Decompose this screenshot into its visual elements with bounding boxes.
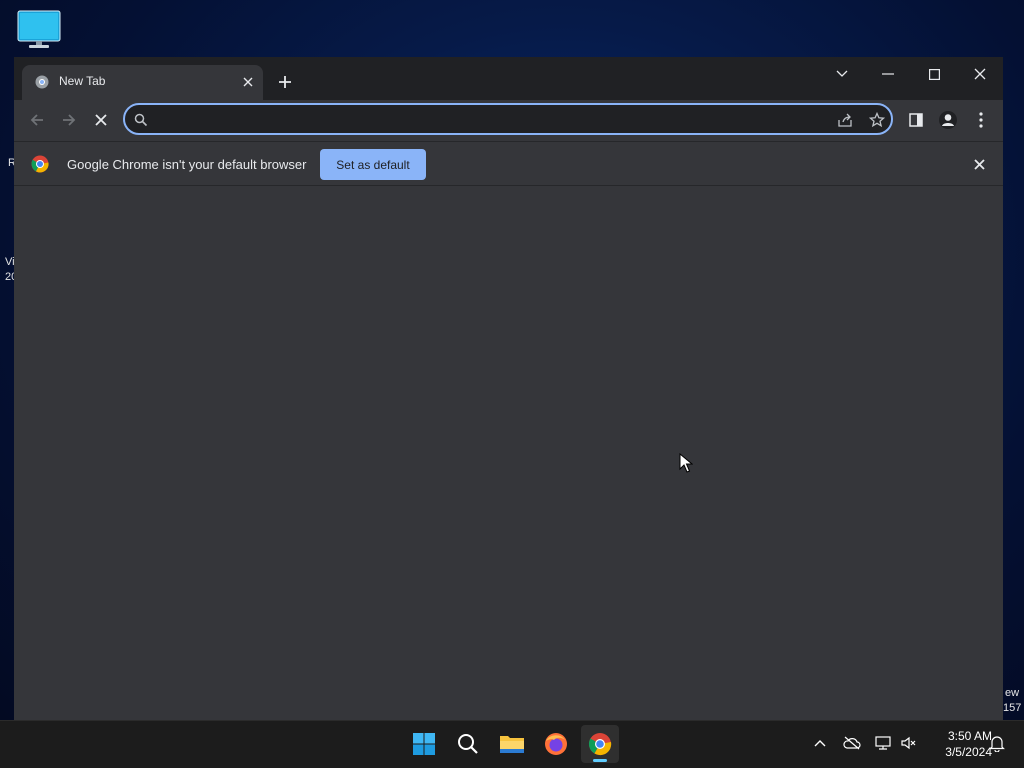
notification-icon[interactable] bbox=[985, 731, 1009, 755]
infobar-message: Google Chrome isn't your default browser bbox=[67, 157, 307, 172]
file-explorer-icon[interactable] bbox=[493, 725, 531, 763]
minimize-icon[interactable] bbox=[868, 60, 908, 88]
monitor-icon[interactable] bbox=[16, 10, 62, 50]
close-icon[interactable] bbox=[960, 60, 1000, 88]
forward-arrow-icon[interactable] bbox=[55, 106, 83, 134]
default-browser-infobar: Google Chrome isn't your default browser… bbox=[14, 141, 1003, 186]
mouse-cursor-icon bbox=[679, 452, 694, 473]
onedrive-offline-icon[interactable] bbox=[840, 731, 864, 755]
plus-icon[interactable] bbox=[273, 70, 297, 94]
title-bar[interactable]: New Tab bbox=[14, 57, 1003, 100]
kebab-menu-icon[interactable] bbox=[967, 106, 995, 134]
windows-start-icon[interactable] bbox=[405, 725, 443, 763]
network-icon[interactable] bbox=[871, 731, 895, 755]
taskbar: 3:50 AM 3/5/2024 bbox=[0, 720, 1024, 768]
speaker-muted-icon[interactable] bbox=[897, 731, 921, 755]
active-app-indicator bbox=[593, 759, 607, 762]
share-icon[interactable] bbox=[835, 110, 855, 130]
maximize-icon[interactable] bbox=[914, 60, 954, 88]
close-icon[interactable] bbox=[969, 154, 989, 174]
chevron-down-icon[interactable] bbox=[822, 60, 862, 88]
desktop-edge-text: ew bbox=[1005, 687, 1020, 699]
back-arrow-icon[interactable] bbox=[23, 106, 51, 134]
stop-icon[interactable] bbox=[87, 106, 115, 134]
tab-new-tab[interactable]: New Tab bbox=[22, 65, 263, 100]
close-icon[interactable] bbox=[239, 73, 257, 91]
chrome-favicon-icon bbox=[35, 75, 49, 89]
desktop-edge-text: 157 bbox=[1003, 702, 1022, 714]
chevron-up-icon[interactable] bbox=[808, 731, 832, 755]
address-input[interactable] bbox=[159, 110, 823, 130]
page-content[interactable] bbox=[14, 186, 1003, 720]
search-icon bbox=[131, 110, 151, 130]
chrome-window: New Tab Google Chrome isn't your default… bbox=[14, 57, 1003, 720]
set-as-default-button[interactable]: Set as default bbox=[320, 149, 426, 180]
system-clock[interactable]: 3:50 AM 3/5/2024 bbox=[920, 728, 992, 760]
firefox-icon[interactable] bbox=[537, 725, 575, 763]
chrome-logo-icon bbox=[31, 155, 49, 173]
star-icon[interactable] bbox=[867, 110, 887, 130]
chrome-icon[interactable] bbox=[581, 725, 619, 763]
search-icon[interactable] bbox=[449, 725, 487, 763]
profile-icon[interactable] bbox=[934, 106, 962, 134]
side-panel-icon[interactable] bbox=[902, 106, 930, 134]
address-bar[interactable] bbox=[123, 103, 893, 135]
tab-title: New Tab bbox=[59, 74, 106, 88]
clock-time: 3:50 AM bbox=[947, 729, 992, 743]
clock-date: 3/5/2024 bbox=[945, 745, 992, 759]
toolbar bbox=[14, 100, 1003, 140]
